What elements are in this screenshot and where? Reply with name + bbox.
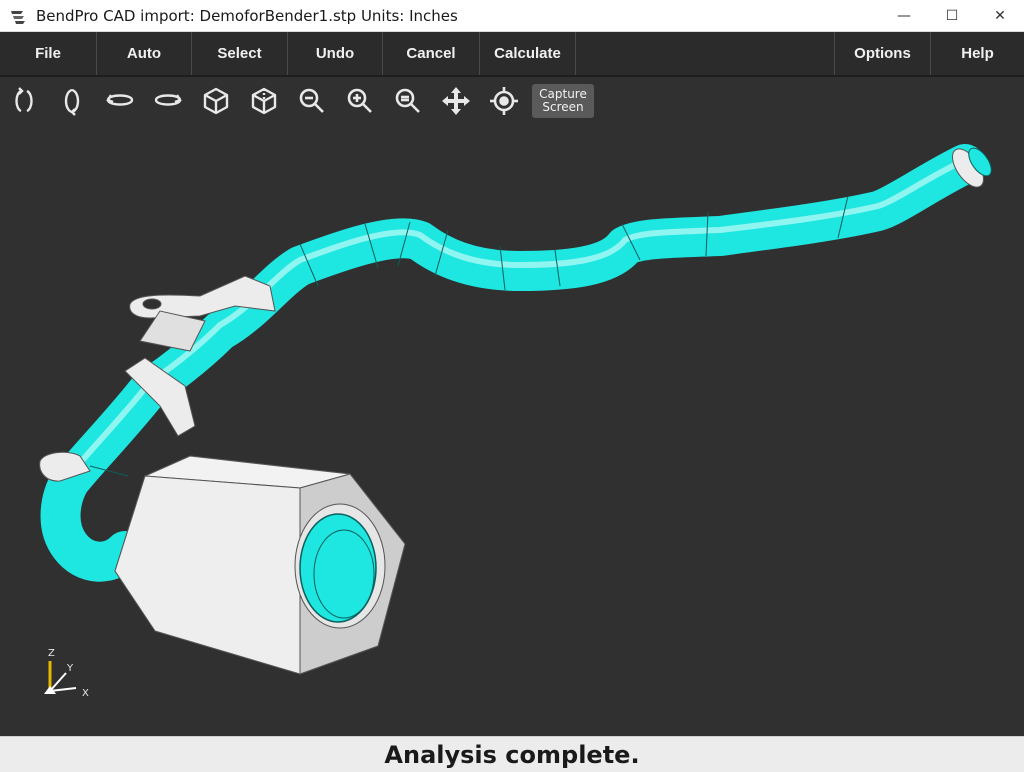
menu-bar: File Auto Select Undo Cancel Calculate O… [0,32,1024,77]
title-bar: BendPro CAD import: DemoforBender1.stp U… [0,0,1024,32]
rotate-y-icon [64,88,80,116]
menu-undo[interactable]: Undo [288,32,383,75]
center-view-button[interactable] [480,81,528,121]
rotate-right-button[interactable] [144,81,192,121]
rotate-left-icon [106,94,134,106]
axis-x-label: X [82,688,89,699]
maximize-button[interactable]: ☐ [928,0,976,31]
iso-view-back-button[interactable] [240,81,288,121]
menu-auto[interactable]: Auto [97,32,192,75]
menu-select[interactable]: Select [192,32,288,75]
menu-cancel[interactable]: Cancel [383,32,480,75]
menu-calculate[interactable]: Calculate [480,32,576,75]
window-title: BendPro CAD import: DemoforBender1.stp U… [36,6,458,25]
app-logo-icon [11,10,25,24]
rotate-x-icon [15,87,33,113]
zoom-fit-button[interactable] [384,81,432,121]
iso-view-front-icon [203,87,229,115]
status-message: Analysis complete. [384,740,640,769]
rotate-right-icon [154,94,182,106]
rotate-x-button[interactable] [0,81,48,121]
center-view-icon [490,87,518,115]
zoom-in-icon [347,88,372,113]
iso-view-back-icon [251,87,277,115]
cad-viewport[interactable]: Z Y X [0,126,1024,736]
pan-button[interactable] [432,81,480,121]
minimize-button[interactable]: — [880,0,928,31]
menu-help[interactable]: Help [930,32,1024,75]
zoom-in-button[interactable] [336,81,384,121]
axis-y-label: Y [66,663,74,674]
status-bar: Analysis complete. [0,736,1024,772]
upper-bracket-hole [142,298,162,310]
zoom-fit-icon [395,88,420,113]
view-toolbar: Capture Screen [0,78,1024,124]
menu-options[interactable]: Options [834,32,930,75]
capture-line-2: Screen [542,100,584,114]
menu-file[interactable]: File [0,32,97,75]
iso-view-front-button[interactable] [192,81,240,121]
rotate-left-button[interactable] [96,81,144,121]
rotate-y-button[interactable] [48,81,96,121]
hex-fitting[interactable] [114,455,406,675]
zoom-out-button[interactable] [288,81,336,121]
capture-screen-button[interactable]: Capture Screen [532,84,594,118]
close-button[interactable]: ✕ [976,0,1024,31]
zoom-out-icon [299,88,324,113]
pan-icon [442,87,470,115]
tube-model[interactable]: Z Y X [0,126,1024,736]
axis-z-label: Z [48,648,55,659]
